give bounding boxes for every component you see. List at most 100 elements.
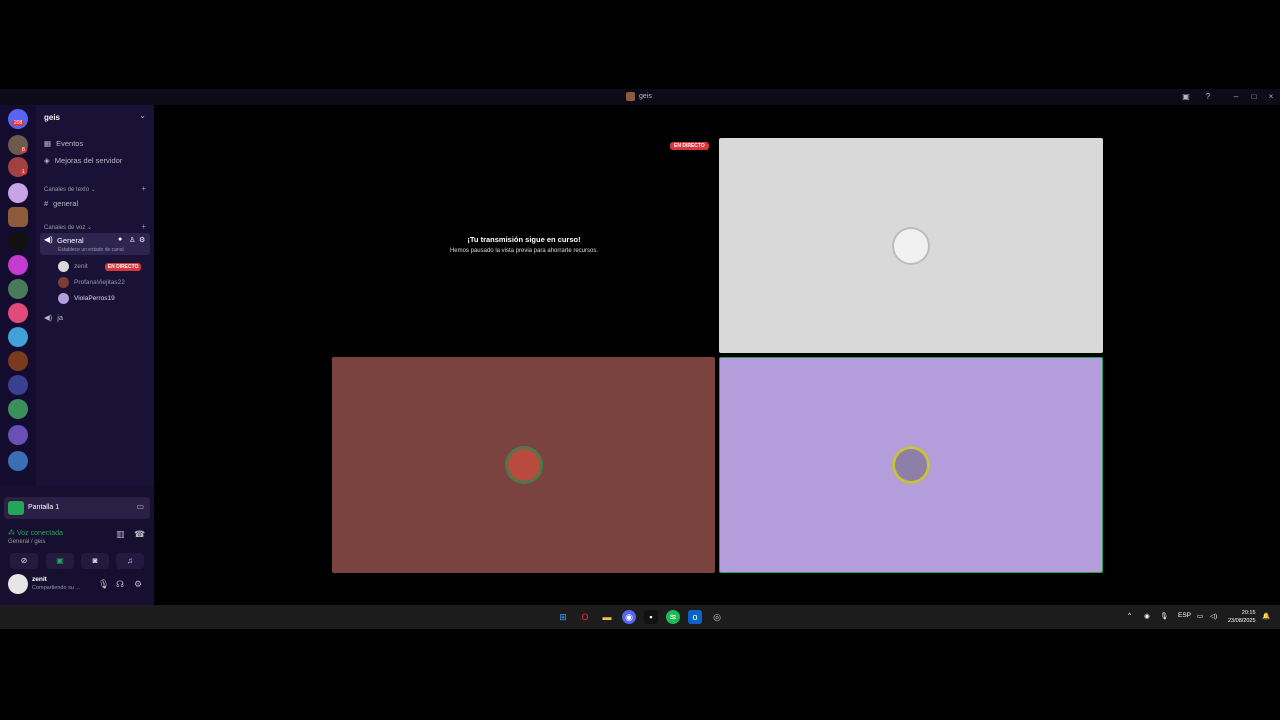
gear-icon[interactable]: ⚙ [139, 236, 145, 244]
server-icon-geis[interactable] [8, 207, 28, 227]
unread-badge: 208 [12, 120, 25, 126]
gear-icon[interactable]: ⚙ [134, 579, 142, 590]
server-folder-icon[interactable] [8, 425, 28, 445]
add-member-icon[interactable]: ♙ [129, 236, 135, 244]
speaker-icon: ◀) [44, 235, 53, 244]
screenshare-panel[interactable]: Pantalla 1 ▭ [4, 497, 150, 519]
participant-tile[interactable] [719, 138, 1103, 353]
home-button[interactable] [8, 109, 28, 129]
server-icon[interactable] [8, 351, 28, 371]
voice-stage: EN DIRECTO ¡Tu transmisión sigue en curs… [154, 105, 1280, 605]
microphone-icon[interactable]: 🎙 [98, 579, 109, 590]
discord-window: geis ▣ ? – □ × 208 8 1 geis ⌄ ▦ Eventos [0, 89, 1280, 605]
clock[interactable]: 20:15 23/08/2025 [1228, 609, 1256, 625]
discord-icon[interactable]: ◉ [622, 610, 636, 624]
add-channel-button[interactable]: + [141, 184, 146, 193]
server-icon [626, 92, 635, 101]
opera-icon[interactable]: O [578, 610, 592, 624]
chevron-down-icon[interactable]: ⌄ [139, 111, 146, 120]
chat-icon[interactable]: ● [118, 236, 122, 243]
server-folder-icon[interactable] [8, 375, 28, 395]
minimize-button[interactable]: – [1230, 91, 1242, 103]
activities-button[interactable]: ◙ [81, 553, 109, 569]
server-icon[interactable] [8, 327, 28, 347]
screen-icon: ▣ [56, 556, 64, 565]
screenshare-button[interactable]: ▣ [46, 553, 74, 569]
gamepad-icon: ◙ [92, 556, 98, 565]
events-item[interactable]: ▦ Eventos [44, 139, 83, 148]
server-icon[interactable] [8, 255, 28, 275]
signal-icon: ⁂ [8, 530, 15, 537]
voice-member[interactable]: ProfanaViejitas22 [58, 277, 125, 288]
volume-icon[interactable]: ◁) [1210, 612, 1217, 620]
channel-general-voice[interactable]: ◀) General Establece un estado de canal … [40, 233, 150, 255]
headphones-icon[interactable]: ☊ [116, 579, 124, 590]
participant-tile[interactable] [332, 357, 715, 573]
server-icon[interactable] [8, 183, 28, 203]
chevron-up-icon[interactable]: ^ [1128, 612, 1131, 619]
avatar [58, 261, 69, 272]
chevron-down-icon: ⌄ [87, 225, 93, 231]
server-folder-icon[interactable] [8, 451, 28, 471]
speaker-icon: ◀) [44, 313, 53, 322]
file-explorer-icon[interactable]: ▬ [600, 610, 614, 624]
server-icon[interactable] [8, 279, 28, 299]
screen-icon [8, 501, 24, 515]
avatar [58, 277, 69, 288]
opera-tray-icon[interactable]: ◉ [1144, 612, 1150, 620]
network-icon[interactable]: ▭ [1197, 612, 1203, 620]
avatar [58, 293, 69, 304]
camera-button[interactable]: ⊘ [10, 553, 38, 569]
channel-general-text[interactable]: # general [44, 199, 78, 208]
category-voice[interactable]: Canales de voz ⌄ [44, 224, 92, 231]
boost-icon: ◈ [44, 156, 50, 165]
soundboard-button[interactable]: ♫ [116, 553, 144, 569]
add-channel-button[interactable]: + [141, 222, 146, 231]
voice-member[interactable]: zenit EN DIRECTO [58, 261, 142, 272]
stop-stream-icon[interactable]: ▭ [136, 502, 144, 511]
taskbar: ⊞ O ▬ ◉ ▪ ≋ o ◎ ^ ◉ 🎙 ESP ▭ ◁) 20:15 23/… [0, 605, 1280, 629]
microphone-icon[interactable]: 🎙 [1160, 612, 1168, 620]
unread-badge: 1 [20, 169, 27, 175]
voice-location[interactable]: General / geis [8, 539, 45, 545]
noise-suppression-icon[interactable]: ▥ [116, 529, 125, 540]
server-folder-icon[interactable] [8, 399, 28, 419]
title-bar: geis ▣ ? – □ × [0, 89, 1280, 105]
user-status: Compartiendo su ... [32, 585, 80, 591]
participant-tile-speaking[interactable] [719, 357, 1103, 573]
avatar [504, 446, 543, 484]
terminal-icon[interactable]: ▪ [644, 610, 658, 624]
notification-bell-icon[interactable]: 🔔 [1262, 612, 1270, 620]
server-icon[interactable] [8, 231, 28, 251]
spotify-icon[interactable]: ≋ [666, 610, 680, 624]
stream-paused-subtitle: Hemos pausado la vista previa para ahorr… [449, 248, 599, 254]
chevron-down-icon: ⌄ [90, 187, 96, 193]
camera-off-icon: ⊘ [20, 556, 28, 565]
window-title: geis [626, 92, 652, 101]
windows-start-icon[interactable]: ⊞ [556, 610, 570, 624]
help-icon[interactable]: ? [1202, 91, 1214, 103]
maximize-button[interactable]: □ [1248, 91, 1260, 103]
close-button[interactable]: × [1265, 91, 1277, 103]
app-icon[interactable]: ◎ [710, 610, 724, 624]
user-panel: Pantalla 1 ▭ ⁂ Voz conectada General / g… [0, 485, 154, 605]
calendar-icon: ▦ [44, 139, 52, 148]
username: zenit [32, 576, 47, 583]
hashtag-icon: # [44, 199, 49, 208]
voice-member[interactable]: ViolaPerros19 [58, 293, 115, 304]
disconnect-icon[interactable]: ☎ [134, 529, 145, 540]
server-boosts-item[interactable]: ◈ Mejoras del servidor [44, 156, 122, 165]
voice-connected-status[interactable]: ⁂ Voz conectada [8, 529, 63, 537]
avatar[interactable] [8, 574, 28, 594]
avatar [892, 446, 930, 484]
category-text[interactable]: Canales de texto ⌄ [44, 186, 96, 193]
server-name[interactable]: geis [44, 113, 60, 122]
outlook-icon[interactable]: o [688, 610, 702, 624]
avatar [892, 226, 930, 265]
inbox-icon[interactable]: ▣ [1180, 91, 1192, 103]
live-badge: EN DIRECTO [104, 262, 142, 271]
language-indicator[interactable]: ESP [1178, 612, 1191, 619]
live-badge: EN DIRECTO [670, 142, 709, 150]
server-icon[interactable] [8, 303, 28, 323]
channel-ja-voice[interactable]: ◀) ja [44, 313, 63, 322]
